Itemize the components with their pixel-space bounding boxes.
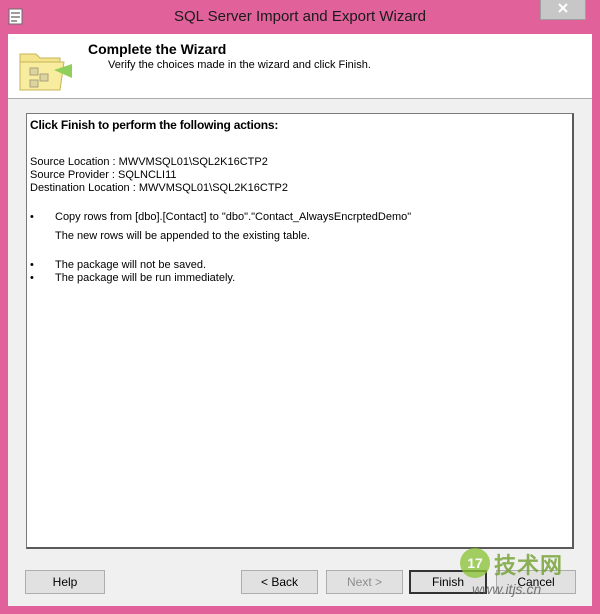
watermark-title: 技术网 [494,553,564,578]
action-item: • The package will be run immediately. [30,272,569,285]
wizard-window: SQL Server Import and Export Wizard Comp… [0,0,600,614]
source-provider: Source Provider : SQLNCLI11 [30,169,177,181]
wizard-header: Complete the Wizard Verify the choices m… [8,34,592,99]
help-button[interactable]: Help [25,570,105,594]
action-item: • The package will not be saved. [30,259,569,272]
action-text: The package will be run immediately. [55,272,236,284]
close-icon [557,1,569,19]
watermark-badge: 17 [460,548,490,578]
page-subtitle: Verify the choices made in the wizard an… [108,59,371,71]
bullet-marker: • [30,211,34,223]
title-bar[interactable]: SQL Server Import and Export Wizard [0,0,600,34]
action-text: The package will not be saved. [55,259,207,271]
report-heading: Click Finish to perform the following ac… [30,118,279,132]
action-item: • Copy rows from [dbo].[Contact] to "dbo… [30,211,569,224]
summary-report[interactable]: Click Finish to perform the following ac… [26,113,574,549]
watermark-url: www.itjs.cn [472,581,542,597]
wizard-package-icon [14,40,74,96]
action-detail: The new rows will be appended to the exi… [55,230,310,242]
action-text: Copy rows from [dbo].[Contact] to "dbo".… [55,211,412,223]
back-button[interactable]: < Back [241,570,318,594]
destination-location: Destination Location : MWVMSQL01\SQL2K16… [30,182,289,194]
site-watermark: 17 技术网 www.itjs.cn [456,548,600,612]
source-location: Source Location : MWVMSQL01\SQL2K16CTP2 [30,156,268,168]
bullet-marker: • [30,259,34,271]
bullet-marker: • [30,272,34,284]
next-button: Next > [326,570,403,594]
page-title: Complete the Wizard [88,41,227,57]
window-title: SQL Server Import and Export Wizard [173,8,427,25]
close-button[interactable] [540,0,586,20]
wizard-client-area: Complete the Wizard Verify the choices m… [8,34,592,606]
